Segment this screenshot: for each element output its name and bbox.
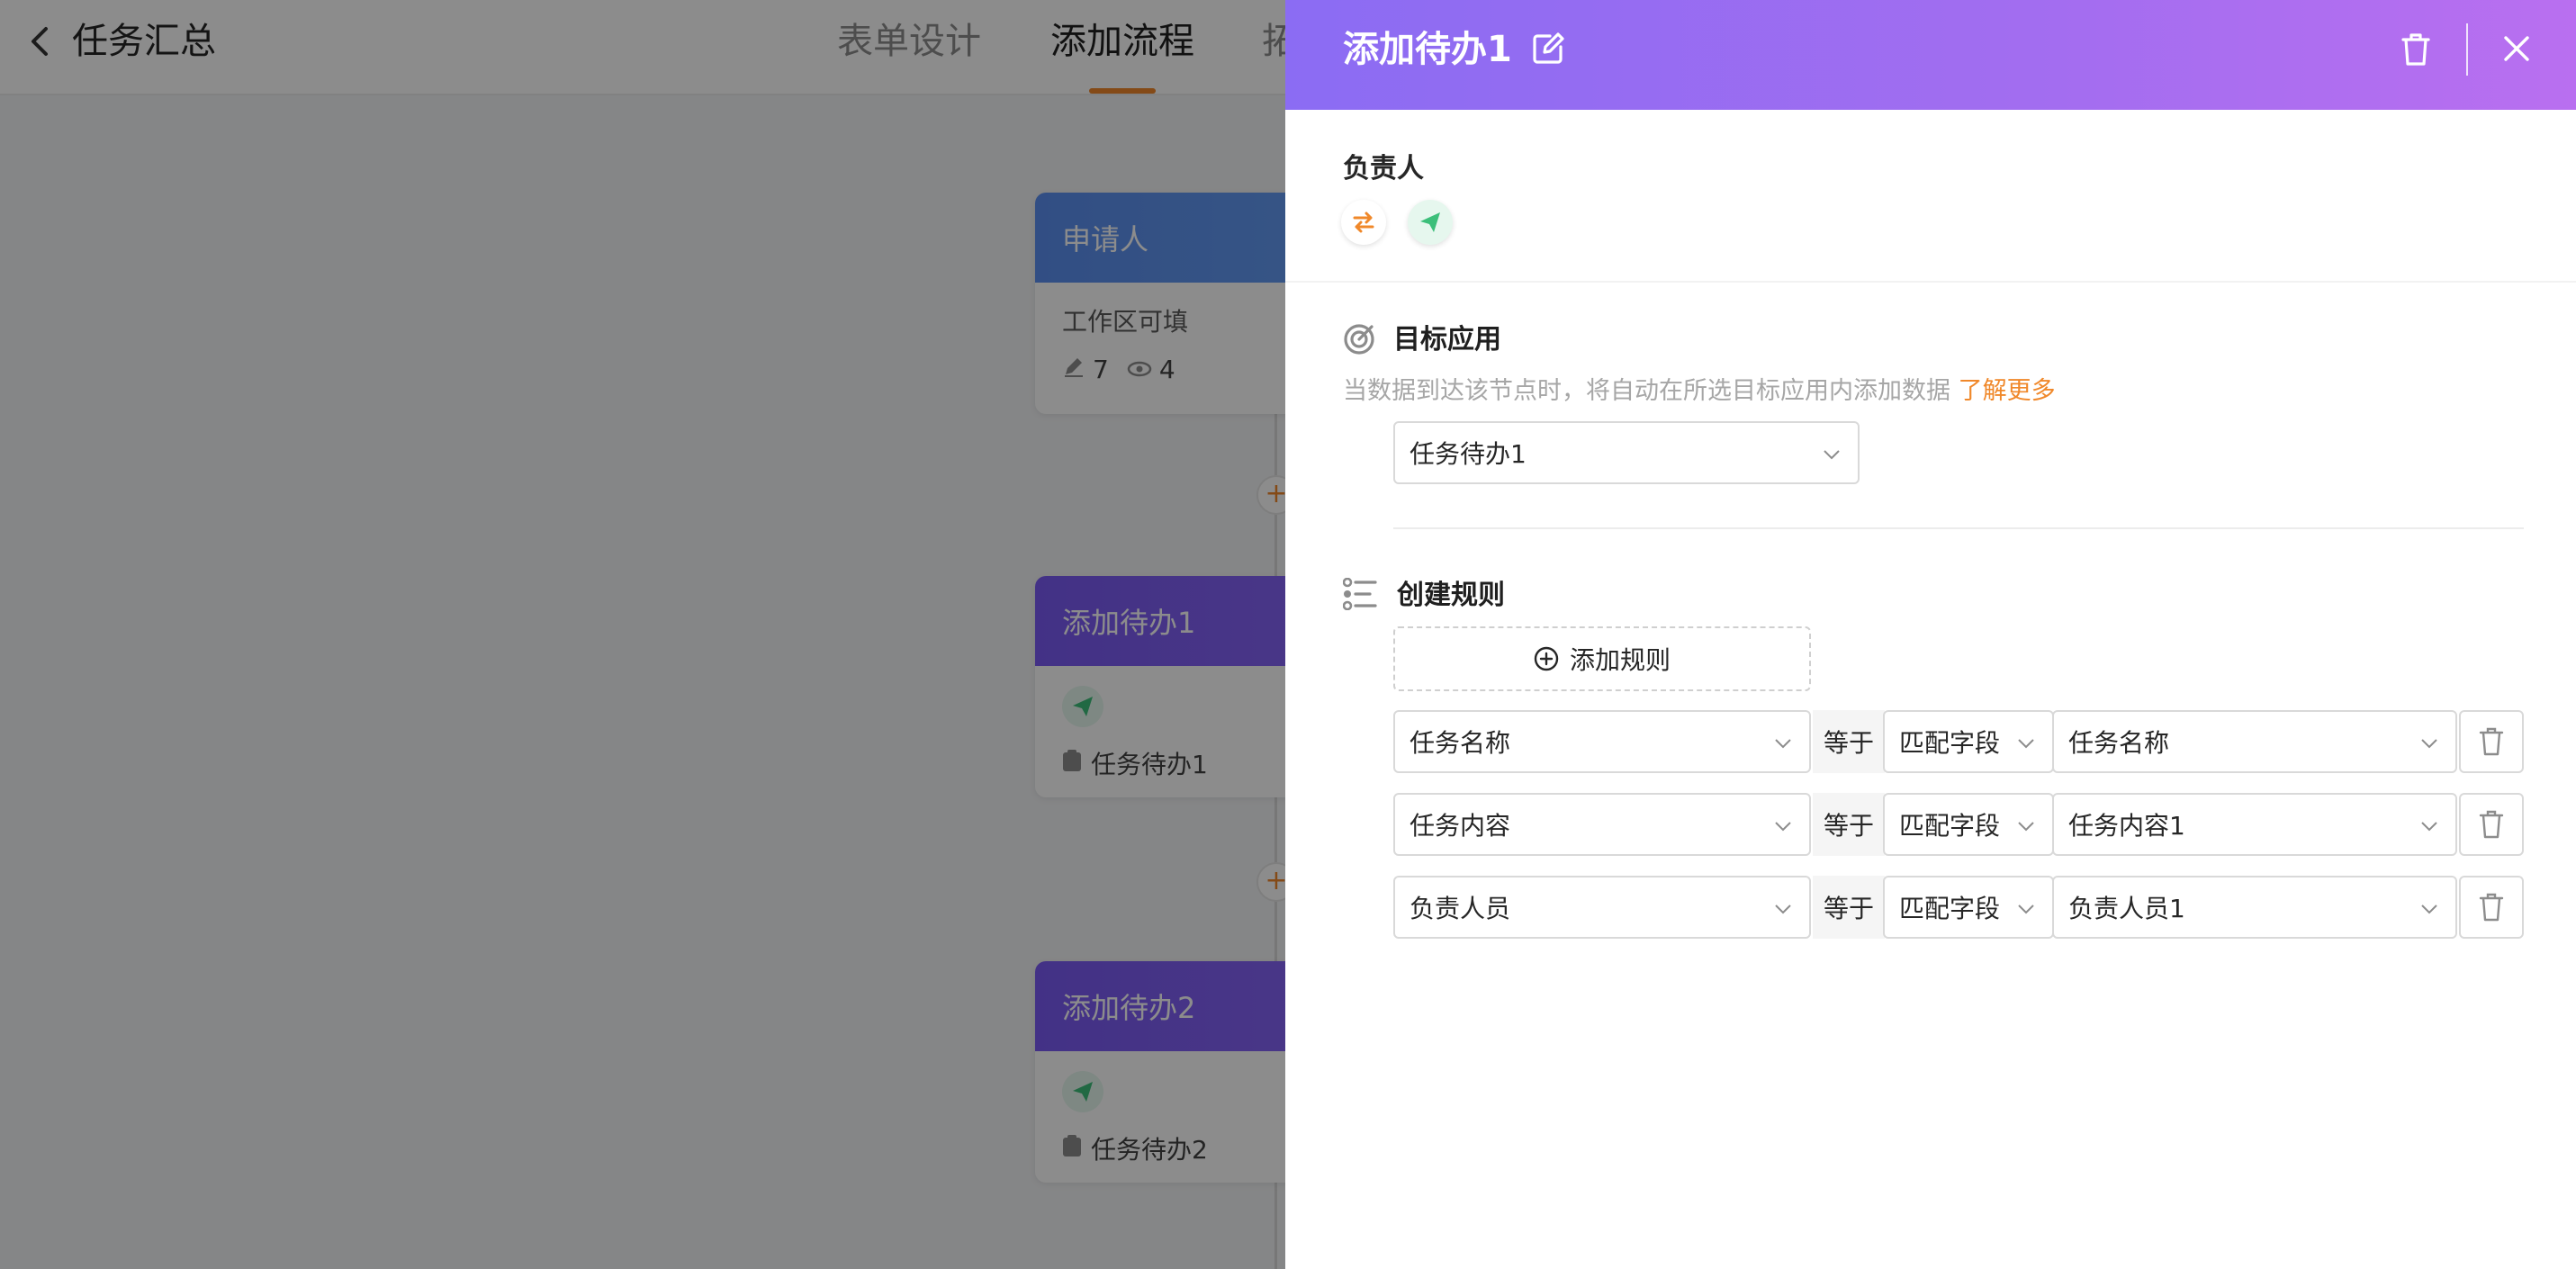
selected-app: 任务待办1 xyxy=(1410,439,1527,469)
add-rule-label: 添加规则 xyxy=(1569,645,1671,675)
modal-overlay[interactable] xyxy=(0,0,1285,1269)
rule-value-select[interactable]: 负责人员1 xyxy=(2052,876,2457,939)
rule-value-select[interactable]: 任务名称 xyxy=(2052,710,2457,773)
rule-operator: 等于 xyxy=(1813,793,1885,856)
target-app-hint: 当数据到达该节点时，将自动在所选目标应用内添加数据 了解更多 xyxy=(1343,374,2056,409)
rule-mode-value: 匹配字段 xyxy=(1899,728,2001,758)
rule-value: 负责人员1 xyxy=(2068,894,2185,923)
drawer-title: 添加待办1 xyxy=(1343,29,1512,70)
header-divider xyxy=(2466,23,2468,76)
rule-mode-select[interactable]: 匹配字段 xyxy=(1883,710,2054,773)
chevron-down-icon xyxy=(2421,739,2437,749)
rule-operator: 等于 xyxy=(1813,710,1885,773)
rule-mode-value: 匹配字段 xyxy=(1899,811,2001,841)
create-rules-title: 创建规则 xyxy=(1397,580,1505,611)
chevron-down-icon xyxy=(1775,822,1791,832)
rule-field-select[interactable]: 任务内容 xyxy=(1393,793,1811,856)
plus-circle-icon xyxy=(1534,646,1559,671)
drawer-header: 添加待办1 xyxy=(1285,0,2576,110)
delete-node-icon[interactable] xyxy=(2398,31,2434,68)
chevron-down-icon xyxy=(2018,904,2034,914)
rule-mode-select[interactable]: 匹配字段 xyxy=(1883,876,2054,939)
add-rule-button[interactable]: 添加规则 xyxy=(1393,626,1811,691)
trash-icon xyxy=(2479,810,2504,839)
chevron-down-icon xyxy=(2018,822,2034,832)
chevron-down-icon xyxy=(1775,904,1791,914)
chevron-down-icon xyxy=(1824,450,1840,460)
rule-value-select[interactable]: 任务内容1 xyxy=(2052,793,2457,856)
swap-icon[interactable] xyxy=(1341,200,1386,245)
delete-rule-button[interactable] xyxy=(2459,710,2524,773)
chevron-down-icon xyxy=(2421,904,2437,914)
target-app-title: 目标应用 xyxy=(1393,324,1501,356)
rule-field-value: 任务名称 xyxy=(1410,728,1511,758)
edit-title-icon[interactable] xyxy=(1530,31,1566,67)
rule-field-select[interactable]: 负责人员 xyxy=(1393,876,1811,939)
target-icon xyxy=(1343,323,1375,356)
rule-field-select[interactable]: 任务名称 xyxy=(1393,710,1811,773)
rule-mode-select[interactable]: 匹配字段 xyxy=(1883,793,2054,856)
list-icon xyxy=(1342,577,1377,611)
owner-label: 负责人 xyxy=(1343,153,1424,184)
trash-icon xyxy=(2479,727,2504,756)
rule-mode-value: 匹配字段 xyxy=(1899,894,2001,923)
section-divider xyxy=(1285,281,2576,283)
chevron-down-icon xyxy=(1775,739,1791,749)
section-divider xyxy=(1393,527,2524,529)
rule-field-value: 负责人员 xyxy=(1410,894,1511,923)
rule-value: 任务名称 xyxy=(2068,728,2170,758)
close-icon[interactable] xyxy=(2499,31,2535,67)
node-settings-drawer: 添加待办1 负责人 目标应用 当数据到达该节点时，将自动在所选目标应用内添加数据… xyxy=(1285,0,2576,1269)
learn-more-link[interactable]: 了解更多 xyxy=(1959,377,2056,405)
rule-field-value: 任务内容 xyxy=(1410,811,1511,841)
trash-icon xyxy=(2479,893,2504,922)
rule-value: 任务内容1 xyxy=(2068,811,2185,841)
rule-operator: 等于 xyxy=(1813,876,1885,939)
delete-rule-button[interactable] xyxy=(2459,793,2524,856)
target-app-select[interactable]: 任务待办1 xyxy=(1393,421,1860,484)
hint-text: 当数据到达该节点时，将自动在所选目标应用内添加数据 xyxy=(1343,377,1950,405)
chevron-down-icon xyxy=(2018,739,2034,749)
send-icon[interactable] xyxy=(1408,200,1453,245)
delete-rule-button[interactable] xyxy=(2459,876,2524,939)
chevron-down-icon xyxy=(2421,822,2437,832)
